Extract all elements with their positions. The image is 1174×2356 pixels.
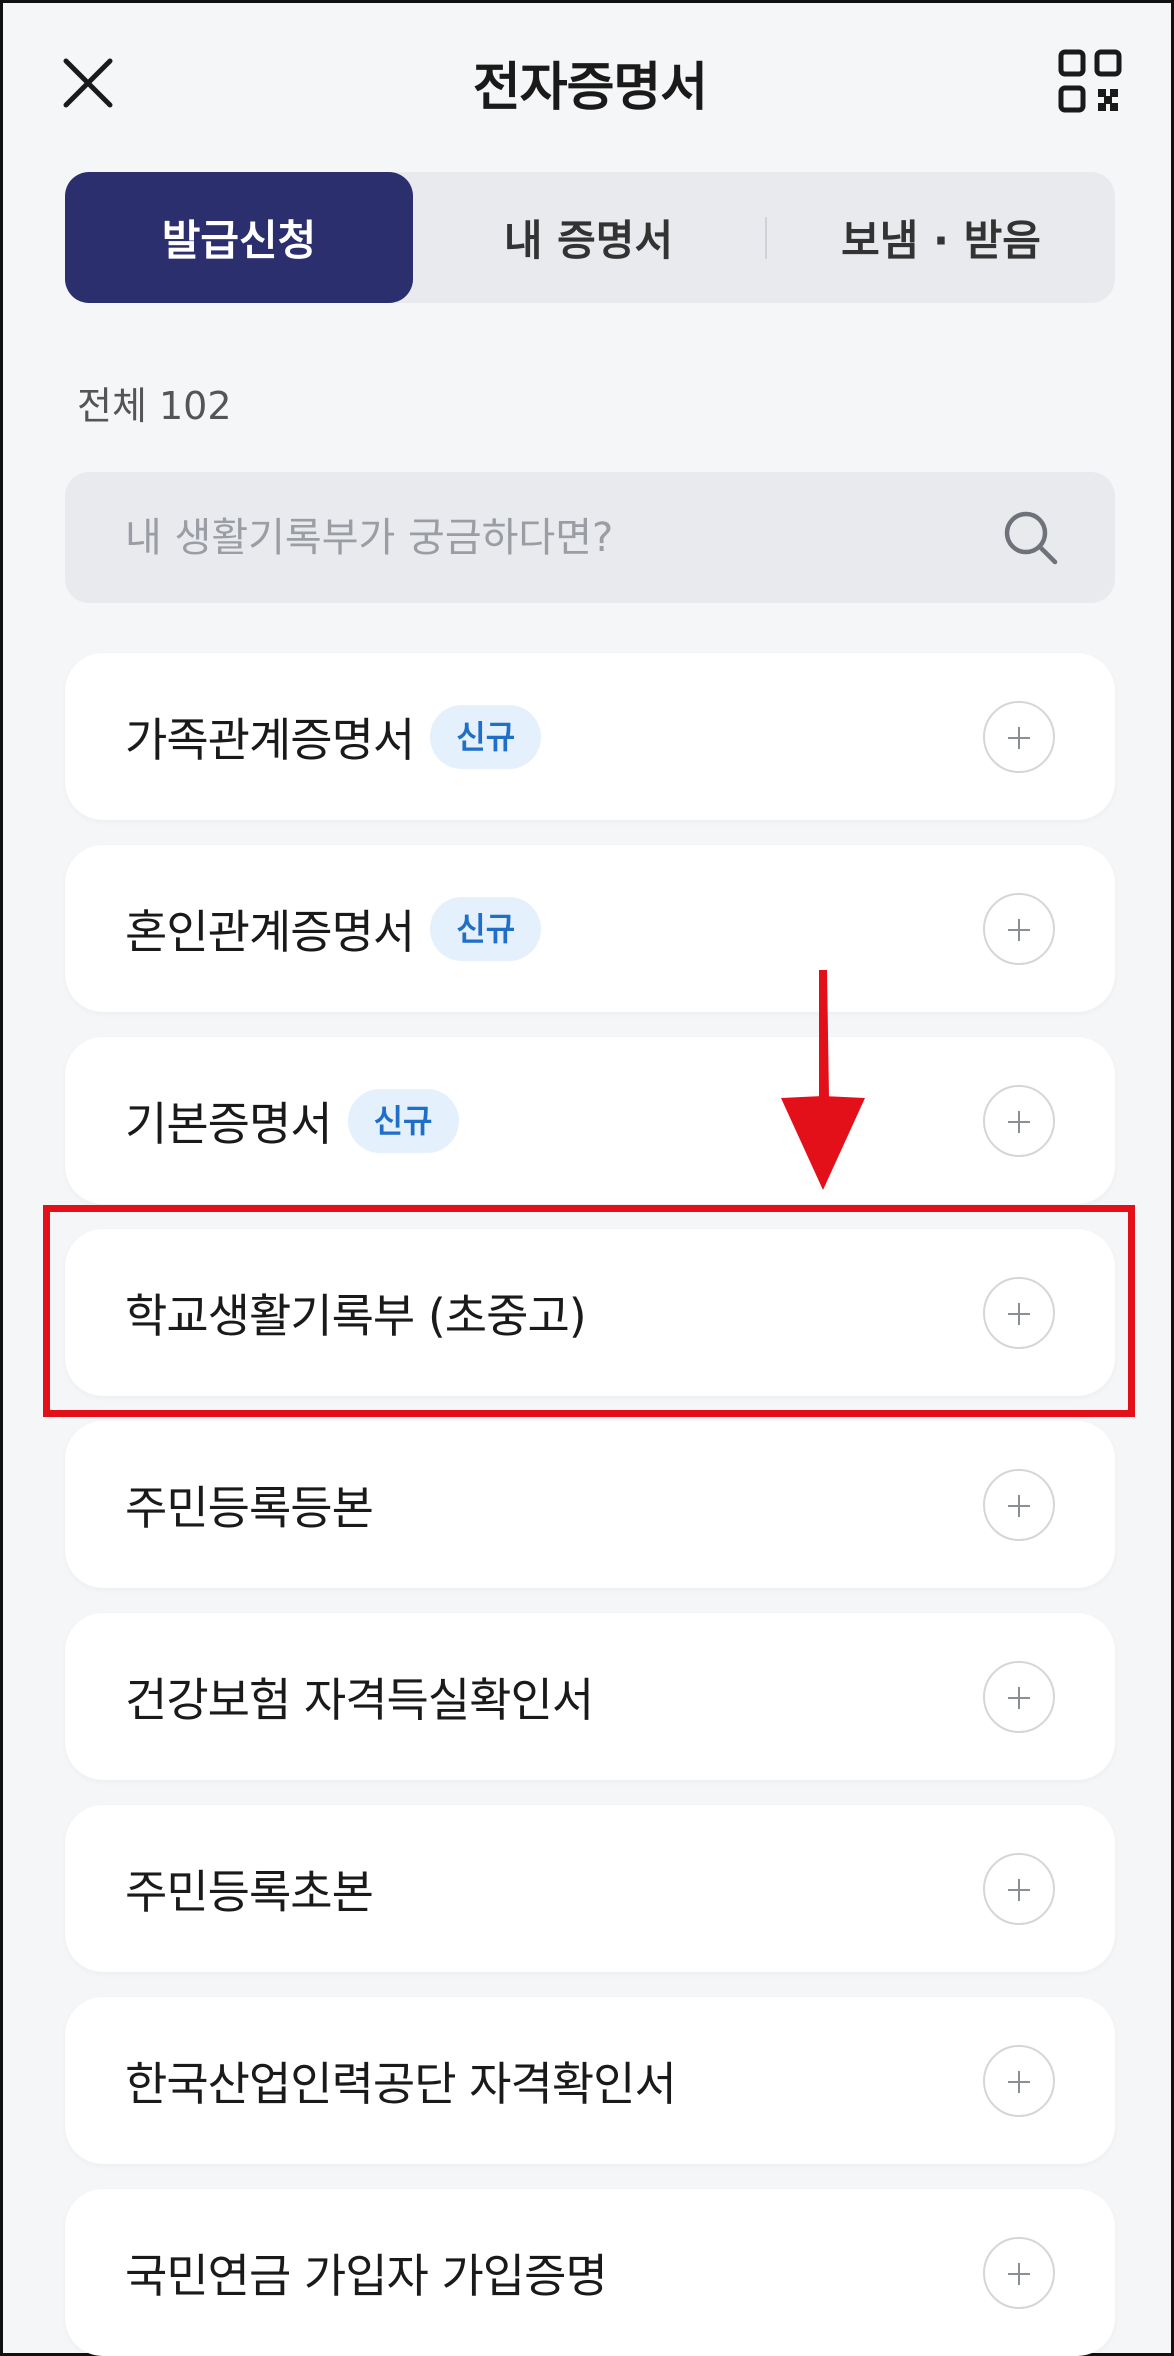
list-item-national-pension[interactable]: 국민연금 가입자 가입증명 xyxy=(65,2189,1115,2356)
list-item-label: 혼인관계증명서 xyxy=(125,904,415,959)
add-button[interactable] xyxy=(983,2237,1055,2309)
tab-my-certificates[interactable]: 내 증명서 xyxy=(413,172,764,303)
new-badge: 신규 xyxy=(430,896,542,961)
add-button[interactable] xyxy=(983,1469,1055,1541)
list-item-label: 기본증명서 xyxy=(125,1096,333,1151)
add-button[interactable] xyxy=(983,1085,1055,1157)
total-count: 전체 102 xyxy=(77,384,232,428)
highlight-box xyxy=(43,1205,1135,1417)
add-button[interactable] xyxy=(983,893,1055,965)
list-item-family-relation[interactable]: 가족관계증명서 신규 xyxy=(65,653,1115,820)
qr-scan-button[interactable] xyxy=(1058,49,1122,113)
list-item-hrd-qualification[interactable]: 한국산업인력공단 자격확인서 xyxy=(65,1997,1115,2164)
list-item-marriage-relation[interactable]: 혼인관계증명서 신규 xyxy=(65,845,1115,1012)
list-item-resident-registration-copy[interactable]: 주민등록등본 xyxy=(65,1421,1115,1588)
page-title: 전자증명서 xyxy=(472,58,708,118)
tab-issue-request[interactable]: 발급신청 xyxy=(65,172,413,303)
list-item-label: 가족관계증명서 xyxy=(125,712,415,767)
list-item-label: 건강보험 자격득실확인서 xyxy=(125,1672,594,1727)
new-badge: 신규 xyxy=(347,1088,459,1153)
app-screen: 전자증명서 발급신청 내 증명서 보냄 · 받음 전체 102 내 생활기록부가… xyxy=(0,0,1174,2356)
list-item-health-insurance[interactable]: 건강보험 자격득실확인서 xyxy=(65,1613,1115,1780)
list-item-basic-certificate[interactable]: 기본증명서 신규 xyxy=(65,1037,1115,1204)
list-item-resident-registration-abstract[interactable]: 주민등록초본 xyxy=(65,1805,1115,1972)
segment-tabs: 발급신청 내 증명서 보냄 · 받음 xyxy=(65,172,1115,303)
search-icon[interactable] xyxy=(1000,507,1062,569)
list-item-label: 주민등록초본 xyxy=(125,1864,374,1919)
top-bar: 전자증명서 xyxy=(3,3,1174,163)
search-input[interactable] xyxy=(125,472,1005,603)
list-item-label: 국민연금 가입자 가입증명 xyxy=(125,2248,608,2303)
add-button[interactable] xyxy=(983,2045,1055,2117)
new-badge: 신규 xyxy=(430,704,542,769)
add-button[interactable] xyxy=(983,1661,1055,1733)
add-button[interactable] xyxy=(983,701,1055,773)
add-button[interactable] xyxy=(983,1853,1055,1925)
tab-sent-received[interactable]: 보냄 · 받음 xyxy=(767,172,1115,303)
list-item-label: 한국산업인력공단 자격확인서 xyxy=(125,2056,677,2111)
list-item-label: 주민등록등본 xyxy=(125,1480,374,1535)
qr-code-icon xyxy=(1058,49,1122,113)
arrow-down-icon xyxy=(781,970,865,1190)
search-bar xyxy=(65,472,1115,603)
